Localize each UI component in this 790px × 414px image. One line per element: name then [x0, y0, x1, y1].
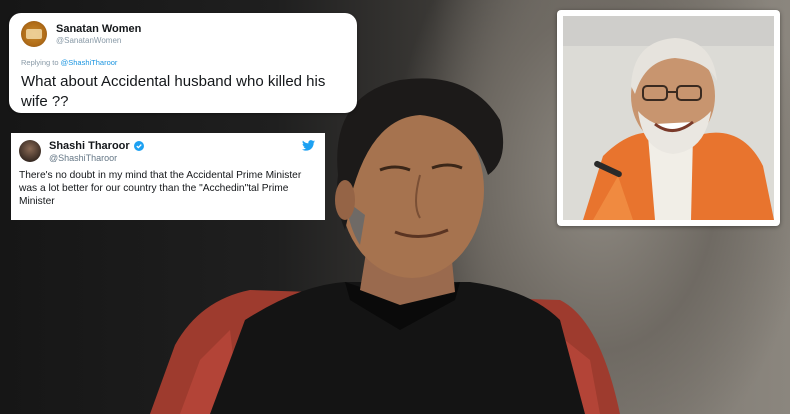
avatar-logo [26, 29, 42, 39]
tweet-text: What about Accidental husband who killed… [21, 73, 326, 110]
reply-tweet-header: Sanatan Women @SanatanWomen [21, 21, 345, 47]
original-tweet-header: Shashi Tharoor @ShashiTharoor [19, 140, 317, 163]
display-name[interactable]: Shashi Tharoor [49, 140, 130, 153]
reply-tweet-card: Sanatan Women @SanatanWomen Replying to … [9, 13, 357, 113]
avatar[interactable] [19, 140, 41, 163]
avatar[interactable] [21, 21, 47, 47]
original-tweet-card: Shashi Tharoor @ShashiTharoor There's no… [11, 133, 325, 220]
mention-link[interactable]: @ShashiTharoor [61, 58, 118, 67]
user-handle[interactable]: @SanatanWomen [56, 36, 141, 46]
display-name[interactable]: Sanatan Women [56, 23, 141, 35]
tweet-text: There's no doubt in my mind that the Acc… [19, 169, 302, 208]
user-handle[interactable]: @ShashiTharoor [49, 153, 144, 163]
replying-to-prefix: Replying to [21, 58, 61, 67]
verified-badge-icon [133, 141, 144, 152]
twitter-bird-icon[interactable] [302, 140, 315, 151]
replying-to-line: Replying to @ShashiTharoor [21, 58, 345, 67]
smiling-man-photo [563, 16, 774, 220]
inset-photo [563, 16, 774, 220]
inset-photo-frame [557, 10, 780, 226]
